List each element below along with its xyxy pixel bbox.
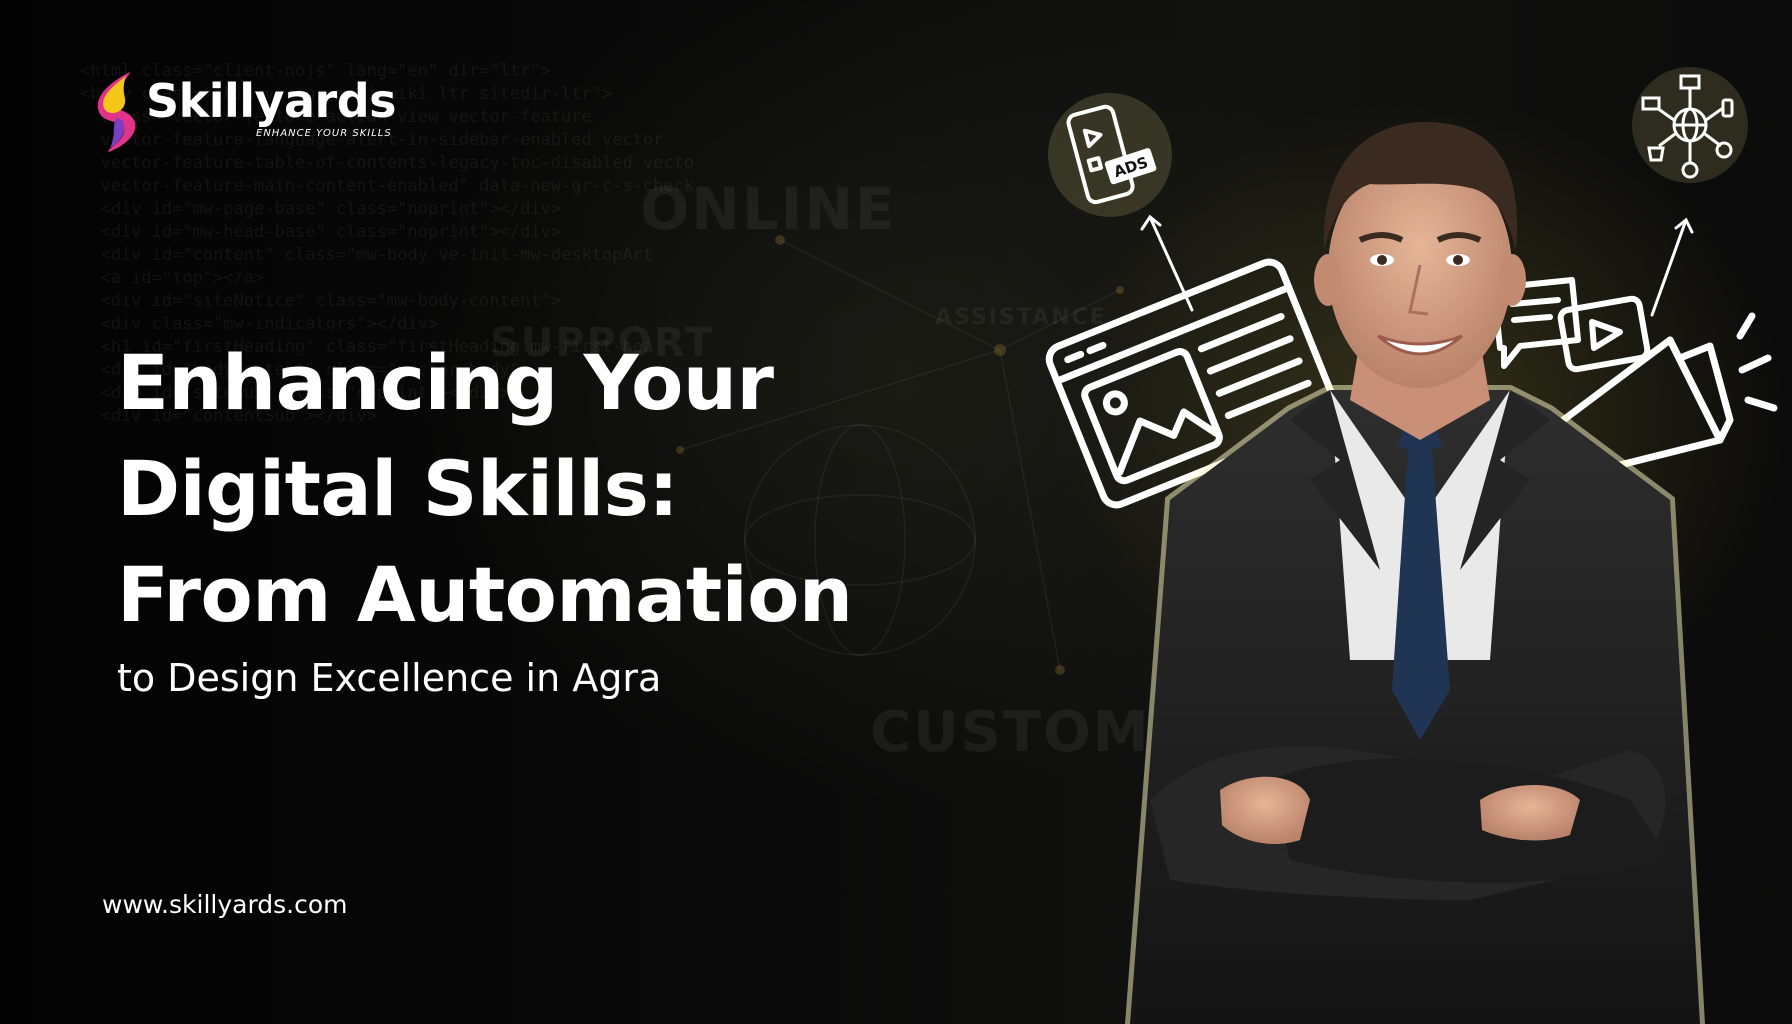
headline-subtitle: to Design Excellence in Agra [117,656,662,700]
hero-banner: <html class="client-nojs" lang="en" dir=… [0,0,1792,1024]
page-title: Enhancing Your Digital Skills: From Auto… [117,330,1017,648]
logo-tagline: ENHANCE YOUR SKILLS [256,128,392,139]
businessman-photo [1124,121,1706,1024]
logo-flame-icon [97,72,136,152]
logo-wordmark: Skillyards [146,74,397,128]
headline-line-3: From Automation [117,550,853,639]
brand-logo[interactable]: Skillyards ENHANCE YOUR SKILLS [86,70,406,152]
website-link[interactable]: www.skillyards.com [102,890,348,919]
headline-line-2: Digital Skills: [117,444,679,533]
headline-line-1: Enhancing Your [117,338,774,427]
